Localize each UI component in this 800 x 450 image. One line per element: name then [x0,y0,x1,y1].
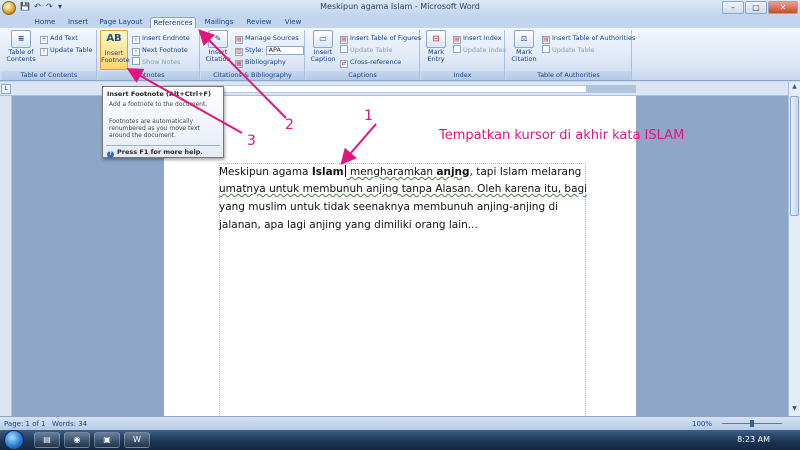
arrow-1 [340,123,377,166]
status-page[interactable]: Page: 1 of 1 [4,420,46,428]
taskbar-word-icon[interactable]: W [124,432,150,448]
taskbar: ▤ ◉ ▣ W 8:23 AM [0,430,800,450]
arrow-3 [126,68,243,134]
annotation-arrows [126,29,377,166]
taskbar-app-icon[interactable]: ▣ [94,432,120,448]
annotation-number-1: 1 [364,108,373,124]
status-bar: Page: 1 of 1 Words: 34 100% [0,416,800,430]
arrow-2 [198,29,287,119]
taskbar-clock[interactable]: 8:23 AM [737,435,770,444]
taskbar-explorer-icon[interactable]: ▤ [34,432,60,448]
annotation-instruction: Tempatkan kursor di akhir kata ISLAM [439,128,685,143]
annotation-number-2: 2 [285,117,294,133]
annotation-number-3: 3 [247,133,256,149]
zoom-slider-handle[interactable] [750,420,754,427]
taskbar-chrome-icon[interactable]: ◉ [64,432,90,448]
status-zoom[interactable]: 100% [692,420,712,428]
status-words[interactable]: Words: 34 [52,420,87,428]
start-button[interactable] [4,430,24,450]
